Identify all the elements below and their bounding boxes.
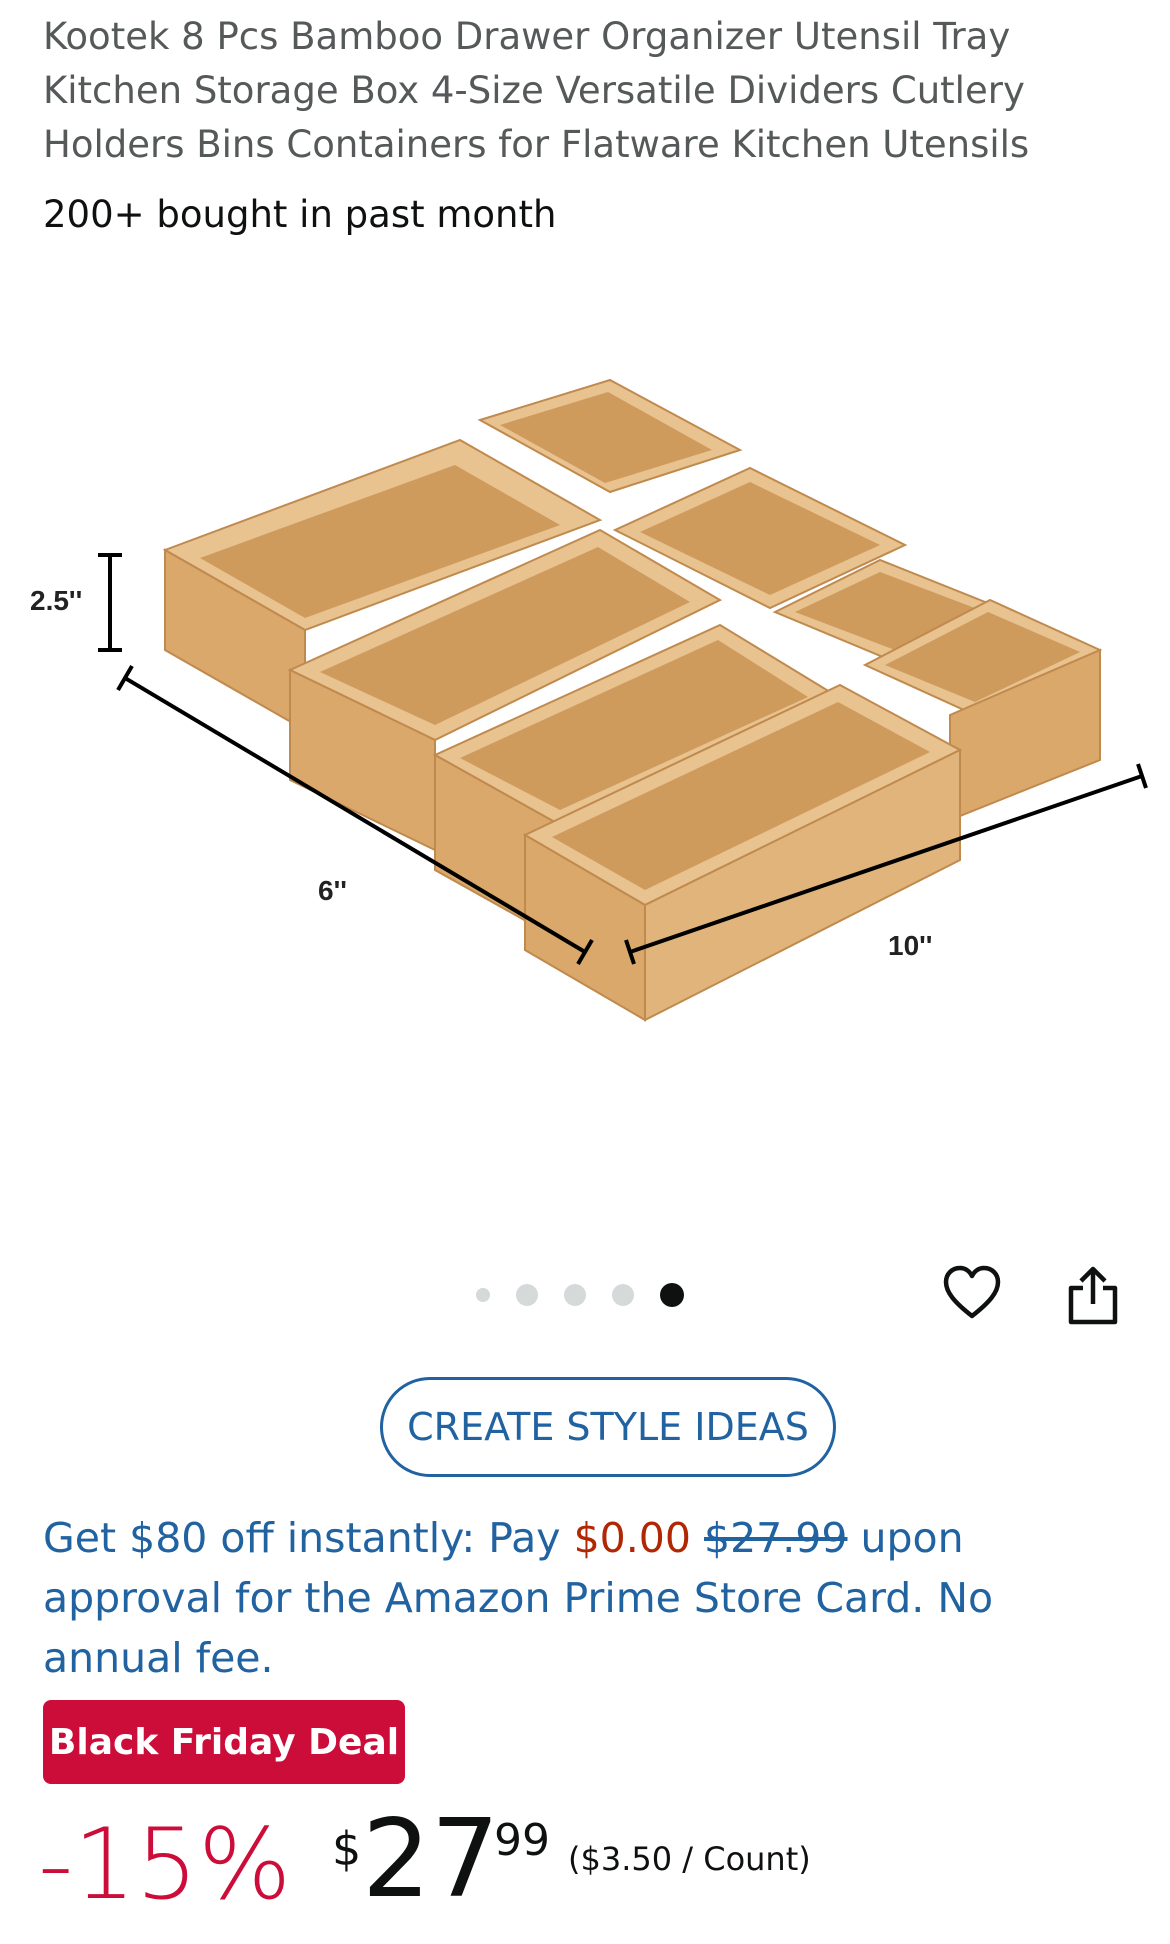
price-fraction: 99 [494,1815,550,1866]
share-icon[interactable] [1063,1262,1123,1328]
bought-count: 200+ bought in past month [43,193,557,236]
bamboo-organizer-illustration [162,378,1103,1022]
product-title: Kootek 8 Pcs Bamboo Drawer Organizer Ute… [43,15,1030,166]
card-offer-space [691,1514,704,1562]
discount-percentage: -15% [38,1808,292,1922]
carousel-dot-5-active[interactable] [660,1283,684,1307]
card-offer-original-price: $27.99 [704,1514,848,1562]
carousel-dot-1[interactable] [476,1288,490,1302]
carousel-dot-2[interactable] [516,1284,538,1306]
price-whole: 27 [362,1797,500,1922]
depth-dimension-label: 6'' [318,875,347,906]
carousel-dot-3[interactable] [564,1284,586,1306]
height-dimension-label: 2.5'' [30,585,82,616]
product-image[interactable]: 2.5'' 6'' 10'' [0,340,1170,1100]
price-per-unit: ($3.50 / Count) [568,1840,811,1878]
prime-card-offer[interactable]: Get $80 off instantly: Pay $0.00 $27.99 … [43,1508,1133,1688]
width-dimension-label: 10'' [888,930,932,961]
card-offer-text-1: Get $80 off instantly: Pay [43,1514,574,1562]
black-friday-deal-badge: Black Friday Deal [43,1700,405,1784]
card-offer-pay-amount: $0.00 [573,1514,691,1562]
carousel-dot-4[interactable] [612,1284,634,1306]
create-style-ideas-button[interactable]: CREATE STYLE IDEAS [380,1377,836,1477]
price-currency: $ [332,1822,362,1876]
heart-icon[interactable] [940,1262,1004,1326]
carousel-indicator [476,1280,710,1310]
